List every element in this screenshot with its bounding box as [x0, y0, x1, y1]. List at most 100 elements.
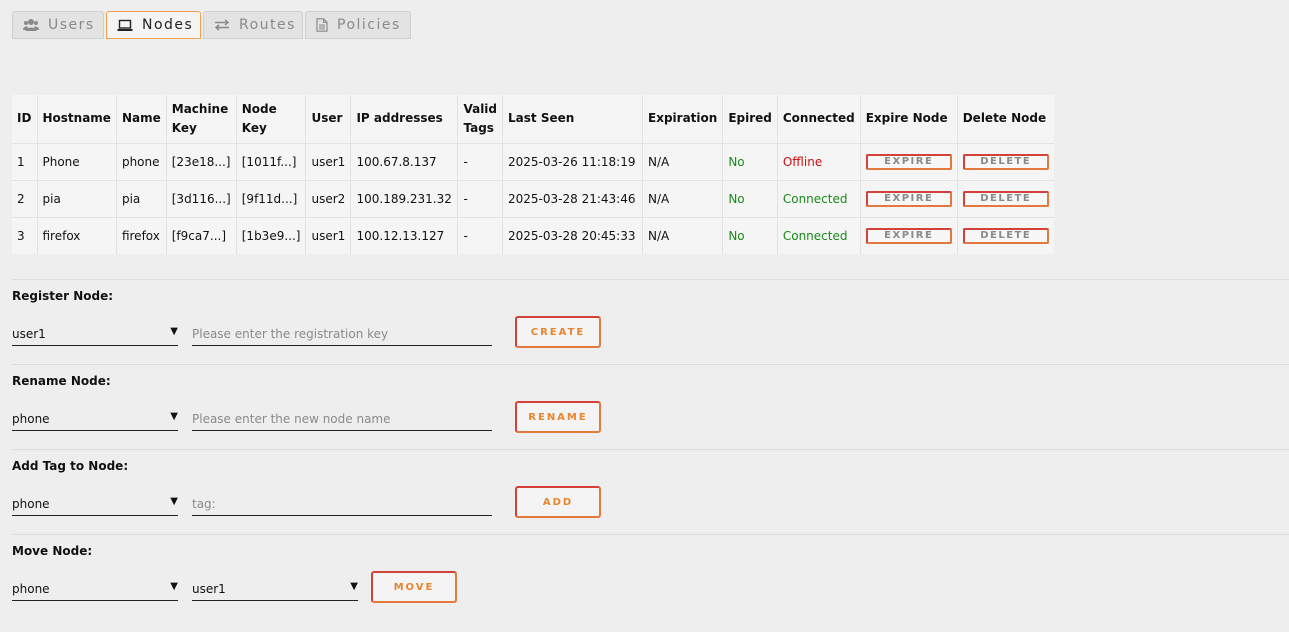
move-target-user-select[interactable]: user1 ▼ — [192, 579, 358, 601]
document-icon — [316, 18, 328, 32]
expire-button[interactable]: EXPIRE — [865, 191, 952, 207]
add-tag-node-select-value: phone — [12, 497, 50, 511]
caret-down-icon: ▼ — [170, 326, 178, 337]
cell-tags: - — [457, 216, 503, 254]
cell-id: 2 — [12, 179, 37, 217]
add-tag-node-select[interactable]: phone ▼ — [12, 494, 178, 516]
table-row: 2 pia pia [3d116...] [9f11d...] user2 10… — [12, 179, 1054, 217]
cell-ip: 100.67.8.137 — [350, 142, 458, 180]
nodes-page: Users Nodes Routes Policies ID Hostname … — [0, 0, 1289, 632]
cell-name: pia — [115, 179, 167, 217]
cell-hostname: firefox — [36, 216, 117, 254]
tab-routes-label: Routes — [239, 17, 296, 33]
cell-machine-key: [f9ca7...] — [165, 216, 237, 254]
tab-policies-label: Policies — [337, 17, 401, 33]
cell-node-key: [1011f...] — [235, 142, 306, 180]
registration-key-input[interactable]: Please enter the registration key — [192, 324, 492, 346]
header-label: Valid — [463, 101, 498, 116]
cell-delete-node: DELETE — [956, 179, 1054, 217]
divider — [12, 364, 1289, 365]
caret-down-icon: ▼ — [170, 411, 178, 422]
header-label: Node Key — [241, 101, 277, 135]
cell-delete-node: DELETE — [956, 216, 1054, 254]
header-label: Machine — [171, 101, 229, 116]
cell-expiration: N/A — [642, 216, 723, 254]
create-button[interactable]: CREATE — [515, 316, 601, 348]
header-node-key: Node Key — [235, 95, 306, 143]
laptop-icon — [117, 19, 133, 31]
tab-routes[interactable]: Routes — [203, 11, 303, 39]
cell-tags: - — [457, 179, 503, 217]
rename-button[interactable]: RENAME — [515, 401, 601, 433]
caret-down-icon: ▼ — [170, 581, 178, 592]
header-hostname: Hostname — [36, 95, 117, 143]
cell-user: user2 — [305, 179, 351, 217]
header-label: Tags — [463, 120, 494, 135]
cell-last-seen: 2025-03-28 21:43:46 — [502, 179, 643, 217]
header-delete-node: Delete Node — [956, 95, 1054, 143]
delete-button[interactable]: DELETE — [962, 228, 1049, 245]
tab-users[interactable]: Users — [12, 11, 104, 39]
cell-node-key: [1b3e9...] — [235, 216, 306, 254]
header-valid-tags: Valid Tags — [457, 95, 503, 143]
header-label: Last Seen — [508, 111, 575, 126]
header-ip-addresses: IP addresses — [350, 95, 458, 143]
register-user-select-value: user1 — [12, 327, 46, 341]
cell-delete-node: DELETE — [956, 142, 1054, 180]
cell-expire-node: EXPIRE — [859, 142, 958, 180]
new-node-name-input[interactable]: Please enter the new node name — [192, 409, 492, 431]
expire-button[interactable]: EXPIRE — [865, 154, 952, 170]
header-label: Connected — [782, 111, 855, 126]
header-expired: Epired — [722, 95, 778, 143]
header-id: ID — [12, 95, 37, 143]
register-user-select[interactable]: user1 ▼ — [12, 324, 178, 346]
delete-button[interactable]: DELETE — [962, 154, 1049, 170]
cell-last-seen: 2025-03-28 20:45:33 — [502, 216, 643, 254]
move-target-user-select-value: user1 — [192, 582, 226, 596]
cell-user: user1 — [305, 216, 351, 254]
header-label: ID — [17, 111, 32, 126]
delete-button[interactable]: DELETE — [962, 191, 1049, 207]
cell-connected-status: Connected — [776, 216, 861, 254]
rename-node-select[interactable]: phone ▼ — [12, 409, 178, 431]
register-node-label: Register Node: — [12, 289, 114, 303]
cell-tags: - — [457, 142, 503, 180]
cell-expire-node: EXPIRE — [859, 216, 958, 254]
move-node-label: Move Node: — [12, 544, 93, 558]
table-row: 3 firefox firefox [f9ca7...] [1b3e9...] … — [12, 216, 1054, 254]
tag-input[interactable]: tag: — [192, 494, 492, 516]
cell-id: 1 — [12, 142, 37, 180]
header-user: User — [305, 95, 351, 143]
divider — [12, 449, 1289, 450]
tab-nodes-label: Nodes — [142, 17, 194, 33]
header-label: Name — [121, 111, 161, 126]
cell-connected-status: Connected — [776, 179, 861, 217]
header-connected: Connected — [776, 95, 861, 143]
expire-button[interactable]: EXPIRE — [865, 228, 952, 245]
cell-connected-status: Offline — [776, 142, 861, 180]
users-icon — [23, 19, 39, 31]
header-label: Key — [171, 120, 197, 135]
move-node-select[interactable]: phone ▼ — [12, 579, 178, 601]
add-tag-button[interactable]: ADD — [515, 486, 601, 518]
cell-expiration: N/A — [642, 142, 723, 180]
move-node-select-value: phone — [12, 582, 50, 596]
cell-expired: No — [722, 216, 778, 254]
header-label: Expire Node — [865, 111, 948, 126]
header-label: Delete Node — [962, 111, 1047, 126]
move-button[interactable]: MOVE — [371, 571, 457, 603]
cell-id: 3 — [12, 216, 37, 254]
cell-expire-node: EXPIRE — [859, 179, 958, 217]
cell-user: user1 — [305, 142, 351, 180]
tab-policies[interactable]: Policies — [305, 11, 411, 39]
divider — [12, 279, 1289, 280]
header-last-seen: Last Seen — [502, 95, 643, 143]
header-label: Expiration — [648, 111, 718, 126]
cell-hostname: Phone — [36, 142, 117, 180]
cell-expiration: N/A — [642, 179, 723, 217]
cell-node-key: [9f11d...] — [235, 179, 306, 217]
table-header-row: ID Hostname Name Machine Key Node Key Use… — [12, 95, 1054, 143]
cell-expired: No — [722, 179, 778, 217]
caret-down-icon: ▼ — [170, 496, 178, 507]
tab-nodes[interactable]: Nodes — [106, 11, 201, 39]
